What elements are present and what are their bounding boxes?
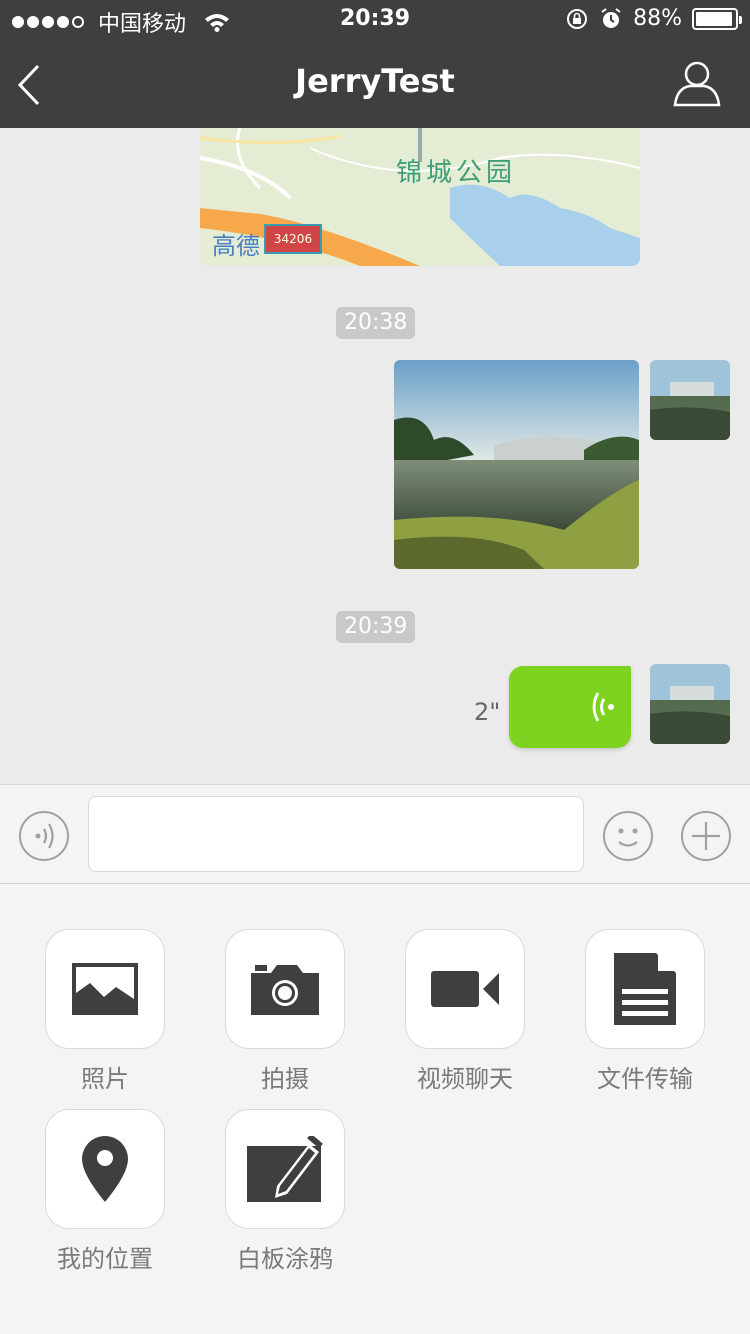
tool-label: 拍摄 [261, 1065, 309, 1093]
voice-duration: 2" [474, 698, 501, 726]
tool-label: 文件传输 [597, 1065, 693, 1093]
tool-label: 照片 [81, 1065, 129, 1093]
battery-icon [692, 7, 742, 30]
page-title: JerryTest [295, 62, 455, 100]
whiteboard-icon [247, 1136, 323, 1202]
timestamp: 20:38 [336, 307, 416, 339]
tool-file-transfer-button[interactable] [585, 929, 705, 1049]
avatar-image [650, 360, 730, 440]
tool-label: 视频聊天 [417, 1065, 513, 1093]
tool-whiteboard-button[interactable] [225, 1109, 345, 1229]
avatar-image [650, 664, 730, 744]
camera-icon [251, 965, 319, 1015]
video-icon [431, 971, 499, 1007]
avatar[interactable] [650, 664, 730, 744]
tool-camera[interactable]: 拍摄 [225, 929, 345, 1094]
file-icon [614, 953, 676, 1025]
photo-icon [72, 963, 138, 1015]
tool-label: 白板涂鸦 [237, 1245, 333, 1273]
location-map-message[interactable]: 锦城公园 高德 34206 [200, 128, 640, 266]
smiley-icon [618, 828, 638, 847]
timestamp: 20:39 [336, 611, 416, 643]
voice-message-bubble[interactable] [509, 666, 631, 748]
tools-panel: 照片 拍摄 视频聊天 文件传输 我的位置 白板涂鸦 [0, 884, 750, 1334]
tool-photo-button[interactable] [45, 929, 165, 1049]
tool-my-location[interactable]: 我的位置 [45, 1109, 165, 1274]
battery-percent: 88% [633, 6, 682, 31]
avatar[interactable] [650, 360, 730, 440]
plus-icon [692, 822, 720, 850]
tool-photo[interactable]: 照片 [45, 929, 165, 1094]
rotation-lock-icon [567, 8, 588, 29]
message-input[interactable] [88, 796, 584, 872]
photo-image [394, 360, 639, 569]
location-pin-icon [82, 1136, 128, 1202]
map-brand-label: 高德 [212, 232, 260, 260]
emoji-button[interactable] [603, 811, 653, 861]
chat-area[interactable]: 锦城公园 高德 34206 20:38 20:39 2" [0, 128, 750, 784]
status-bar: 中国移动 20:39 88% [0, 0, 750, 40]
tool-whiteboard[interactable]: 白板涂鸦 [225, 1109, 345, 1274]
voice-input-toggle[interactable] [19, 811, 69, 861]
photo-message[interactable] [394, 360, 639, 569]
voice-wave-icon [592, 692, 614, 722]
tool-label: 我的位置 [57, 1245, 153, 1273]
alarm-icon [601, 7, 621, 28]
tool-video-chat[interactable]: 视频聊天 [405, 929, 525, 1094]
top-bar: 中国移动 20:39 88% JerryTest [0, 0, 750, 128]
tool-camera-button[interactable] [225, 929, 345, 1049]
profile-button[interactable] [672, 56, 722, 108]
map-place-label: 锦城公园 [396, 158, 517, 188]
map-plate-label: 34206 [264, 224, 322, 254]
input-bar [0, 784, 750, 884]
more-button[interactable] [681, 811, 731, 861]
tool-my-location-button[interactable] [45, 1109, 165, 1229]
tool-video-chat-button[interactable] [405, 929, 525, 1049]
voice-wave-icon [35, 823, 54, 849]
tool-file-transfer[interactable]: 文件传输 [585, 929, 705, 1094]
